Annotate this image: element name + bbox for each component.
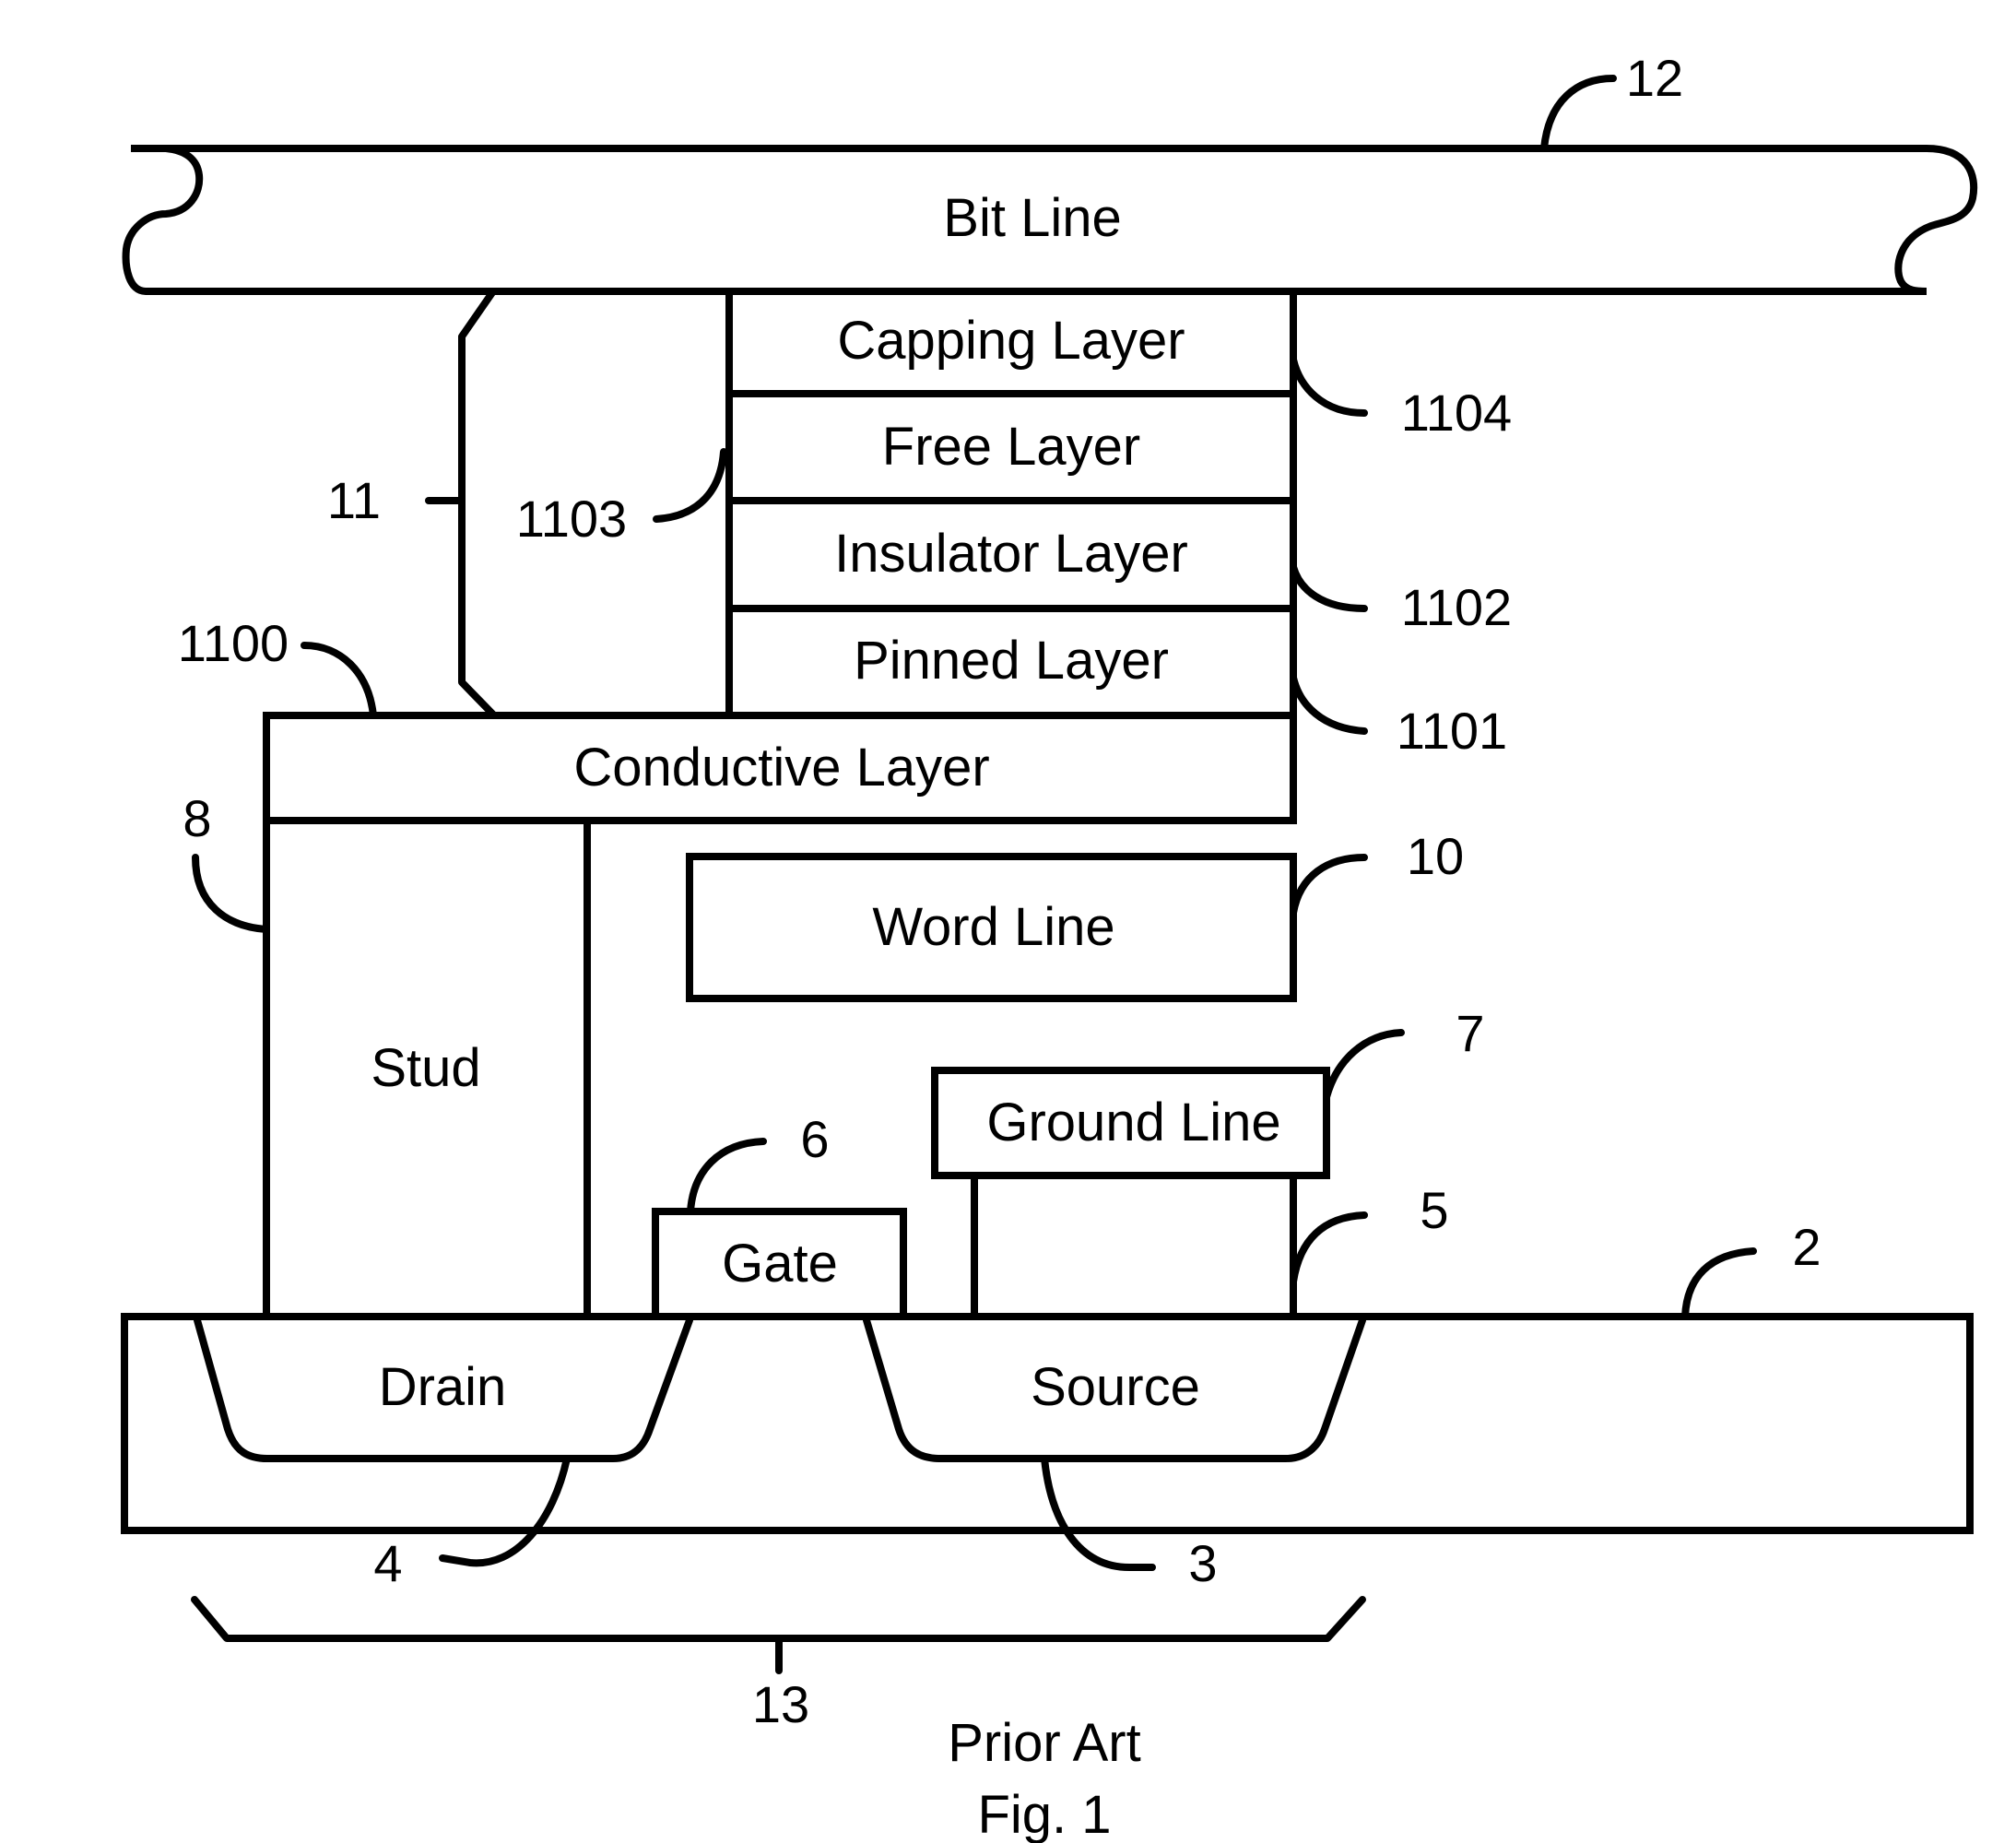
contact-box [971, 1172, 1297, 1320]
ref-3: 3 [1188, 1534, 1217, 1592]
bit-line: Bit Line [122, 145, 1978, 295]
leader-10 [1290, 854, 1368, 916]
ref-4: 4 [373, 1534, 402, 1592]
ref-11: 11 [327, 471, 381, 529]
transistor-bracket [191, 1596, 1366, 1674]
ref-1103: 1103 [516, 490, 627, 548]
ref-6: 6 [800, 1110, 829, 1168]
conductive-layer-label: Conductive Layer [573, 738, 989, 797]
drain-label: Drain [379, 1357, 507, 1417]
leader-6 [687, 1138, 767, 1215]
via-outline [458, 288, 498, 719]
bit-line-label: Bit Line [943, 188, 1121, 248]
leader-2 [1681, 1247, 1757, 1320]
stud-label: Stud [371, 1038, 480, 1098]
mram-cell-diagram: Bit Line Capping Layer Free Layer Insula… [121, 49, 1978, 1843]
capping-layer-label: Capping Layer [837, 311, 1185, 371]
ref-5: 5 [1420, 1181, 1448, 1239]
leader-1102 [1290, 563, 1368, 612]
word-line-label: Word Line [872, 897, 1114, 957]
leader-12 [1540, 75, 1617, 152]
leader-1104 [1290, 356, 1368, 417]
ref-12: 12 [1626, 49, 1683, 107]
leader-7 [1323, 1029, 1405, 1101]
ref-1100: 1100 [178, 614, 289, 672]
ref-8: 8 [183, 789, 211, 847]
ref-10: 10 [1407, 827, 1464, 885]
substrate-box [121, 1313, 1974, 1534]
ground-line-label: Ground Line [986, 1093, 1280, 1152]
ref-7: 7 [1456, 1004, 1484, 1062]
ref-13: 13 [752, 1675, 809, 1733]
mtj-stack: Capping Layer Free Layer Insulator Layer… [725, 288, 1297, 719]
source-label: Source [1031, 1357, 1200, 1417]
leader-1103 [653, 448, 727, 523]
ref-1101: 1101 [1397, 702, 1507, 760]
free-layer-label: Free Layer [882, 417, 1140, 477]
leader-1101 [1290, 674, 1368, 735]
leader-8 [192, 854, 270, 933]
caption-prior-art: Prior Art [948, 1713, 1141, 1773]
pinned-layer-label: Pinned Layer [854, 631, 1169, 691]
leader-5 [1290, 1211, 1368, 1285]
gate-label: Gate [722, 1234, 838, 1294]
ref-1102: 1102 [1401, 578, 1512, 636]
caption-fig-number: Fig. 1 [977, 1785, 1111, 1843]
ref-1104: 1104 [1401, 384, 1512, 442]
ref-2: 2 [1792, 1218, 1821, 1276]
leader-1100 [301, 642, 377, 719]
insulator-layer-label: Insulator Layer [834, 524, 1188, 584]
